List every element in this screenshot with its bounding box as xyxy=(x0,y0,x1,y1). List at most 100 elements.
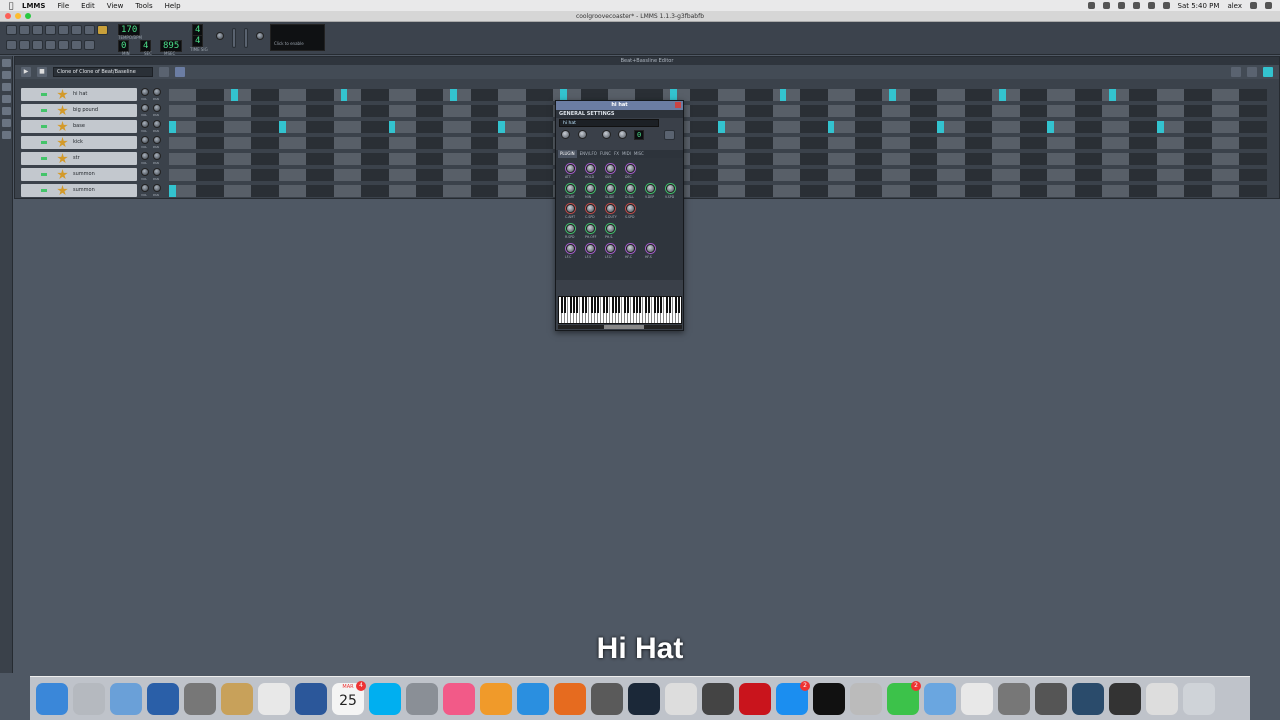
track-panning-knob[interactable] xyxy=(153,168,161,176)
disk-utility-icon[interactable] xyxy=(998,682,1030,715)
mute-led-icon[interactable] xyxy=(41,141,47,144)
track-volume-knob[interactable] xyxy=(141,152,149,160)
track-panning-knob[interactable] xyxy=(153,136,161,144)
synth-knob[interactable] xyxy=(586,184,595,193)
menu-tools[interactable]: Tools xyxy=(135,2,152,10)
screenshot-icon[interactable] xyxy=(1035,682,1067,715)
new-project-icon[interactable] xyxy=(6,25,17,35)
track-name-button[interactable]: summon xyxy=(21,184,137,197)
add-beat-bassline-icon[interactable] xyxy=(159,67,169,77)
itunes-icon[interactable] xyxy=(443,682,475,715)
my-home-icon[interactable] xyxy=(2,107,11,115)
open-project-icon[interactable] xyxy=(32,25,43,35)
track-panning-knob[interactable] xyxy=(153,184,161,192)
mute-led-icon[interactable] xyxy=(41,157,47,160)
track-name-button[interactable]: big pound xyxy=(21,104,137,117)
quicktime-icon[interactable] xyxy=(147,682,179,715)
minimize-window-icon[interactable] xyxy=(15,13,21,19)
textedit-icon[interactable] xyxy=(665,682,697,715)
imovie-icon[interactable] xyxy=(591,682,623,715)
new-from-template-icon[interactable] xyxy=(19,25,30,35)
my-computer-icon[interactable] xyxy=(2,131,11,139)
fx-channel-display[interactable]: 0 xyxy=(634,130,645,140)
synth-knob[interactable] xyxy=(586,244,595,253)
photos-icon[interactable] xyxy=(258,682,290,715)
synth-knob[interactable] xyxy=(566,204,575,213)
master-pitch-slider[interactable] xyxy=(244,28,248,48)
root-directory-icon[interactable] xyxy=(2,119,11,127)
black-key[interactable] xyxy=(681,297,682,313)
synth-knob[interactable] xyxy=(646,244,655,253)
instrument-window-title[interactable]: hi hat xyxy=(556,101,683,110)
trash-icon[interactable] xyxy=(1183,682,1215,715)
menu-app-name[interactable]: LMMS xyxy=(22,2,45,10)
close-window-icon[interactable] xyxy=(5,13,11,19)
clone-steps-icon[interactable] xyxy=(1263,67,1273,77)
notification-center-icon[interactable] xyxy=(1265,2,1272,9)
cpu-load-meter[interactable]: Click to enable xyxy=(270,24,325,51)
step-button[interactable] xyxy=(1259,121,1267,133)
system-preferences-icon[interactable] xyxy=(406,682,438,715)
keyboard-viewer-icon[interactable] xyxy=(702,682,734,715)
tab-func[interactable]: FUNC xyxy=(600,150,611,158)
track-volume-knob[interactable] xyxy=(141,136,149,144)
synth-knob[interactable] xyxy=(606,244,615,253)
app-store-icon[interactable]: 2 xyxy=(776,680,810,715)
tab-midi[interactable]: MIDI xyxy=(622,150,631,158)
instrument-plugins-icon[interactable] xyxy=(2,59,11,67)
mail-icon[interactable] xyxy=(924,682,956,715)
track-volume-knob[interactable] xyxy=(141,168,149,176)
master-volume-slider[interactable] xyxy=(232,28,236,48)
scanner-icon[interactable] xyxy=(1109,682,1141,715)
fx-mixer-icon[interactable] xyxy=(58,40,69,50)
save-project-icon[interactable] xyxy=(58,25,69,35)
my-samples-icon[interactable] xyxy=(2,83,11,91)
song-editor-icon[interactable] xyxy=(6,40,17,50)
controller-rack-icon[interactable] xyxy=(71,40,82,50)
my-presets-icon[interactable] xyxy=(2,95,11,103)
mute-led-icon[interactable] xyxy=(41,125,47,128)
pitch-knob[interactable] xyxy=(602,130,611,139)
volume-knob[interactable] xyxy=(561,130,570,139)
steam-icon[interactable] xyxy=(628,682,660,715)
tab-misc[interactable]: MISC xyxy=(634,150,644,158)
synth-knob[interactable] xyxy=(666,184,675,193)
close-icon[interactable] xyxy=(675,102,681,108)
mute-led-icon[interactable] xyxy=(41,173,47,176)
synth-knob[interactable] xyxy=(566,244,575,253)
my-projects-icon[interactable] xyxy=(2,71,11,79)
ibooks-icon[interactable] xyxy=(480,682,512,715)
safari-icon[interactable] xyxy=(517,682,549,715)
track-volume-knob[interactable] xyxy=(141,120,149,128)
synth-knob[interactable] xyxy=(626,244,635,253)
instrument-name-field[interactable]: hi hat xyxy=(559,119,659,127)
apple-icon[interactable]:  xyxy=(0,1,22,10)
tab-env-lfo[interactable]: ENV/LFO xyxy=(580,150,597,158)
status-icon[interactable] xyxy=(1087,2,1095,9)
master-volume-knob[interactable] xyxy=(216,32,224,40)
warning-icon[interactable] xyxy=(97,25,108,35)
mute-led-icon[interactable] xyxy=(41,93,47,96)
synth-knob[interactable] xyxy=(586,204,595,213)
volume-icon[interactable] xyxy=(1147,2,1155,9)
calendar-icon[interactable]: MAR 25 4 xyxy=(332,680,366,715)
step-button[interactable] xyxy=(1259,137,1267,149)
skype-icon[interactable] xyxy=(369,682,401,715)
bb-pattern-select[interactable]: Clone of Clone of Beat/Baseline xyxy=(53,67,153,77)
add-steps-icon[interactable] xyxy=(1247,67,1257,77)
track-panning-knob[interactable] xyxy=(153,120,161,128)
step-button[interactable] xyxy=(1259,89,1267,101)
synth-knob[interactable] xyxy=(626,184,635,193)
synth-knob[interactable] xyxy=(566,164,575,173)
panning-knob[interactable] xyxy=(578,130,587,139)
track-panning-knob[interactable] xyxy=(153,88,161,96)
calculator-icon[interactable] xyxy=(184,682,216,715)
step-button[interactable] xyxy=(1259,185,1267,197)
step-button[interactable] xyxy=(1259,105,1267,117)
play-icon[interactable]: ▶ xyxy=(21,67,31,77)
pitch-range-knob[interactable] xyxy=(618,130,627,139)
scrollbar-thumb[interactable] xyxy=(604,325,644,329)
firefox-icon[interactable] xyxy=(554,682,586,715)
piano-keyboard[interactable] xyxy=(558,296,682,324)
zoom-window-icon[interactable] xyxy=(25,13,31,19)
